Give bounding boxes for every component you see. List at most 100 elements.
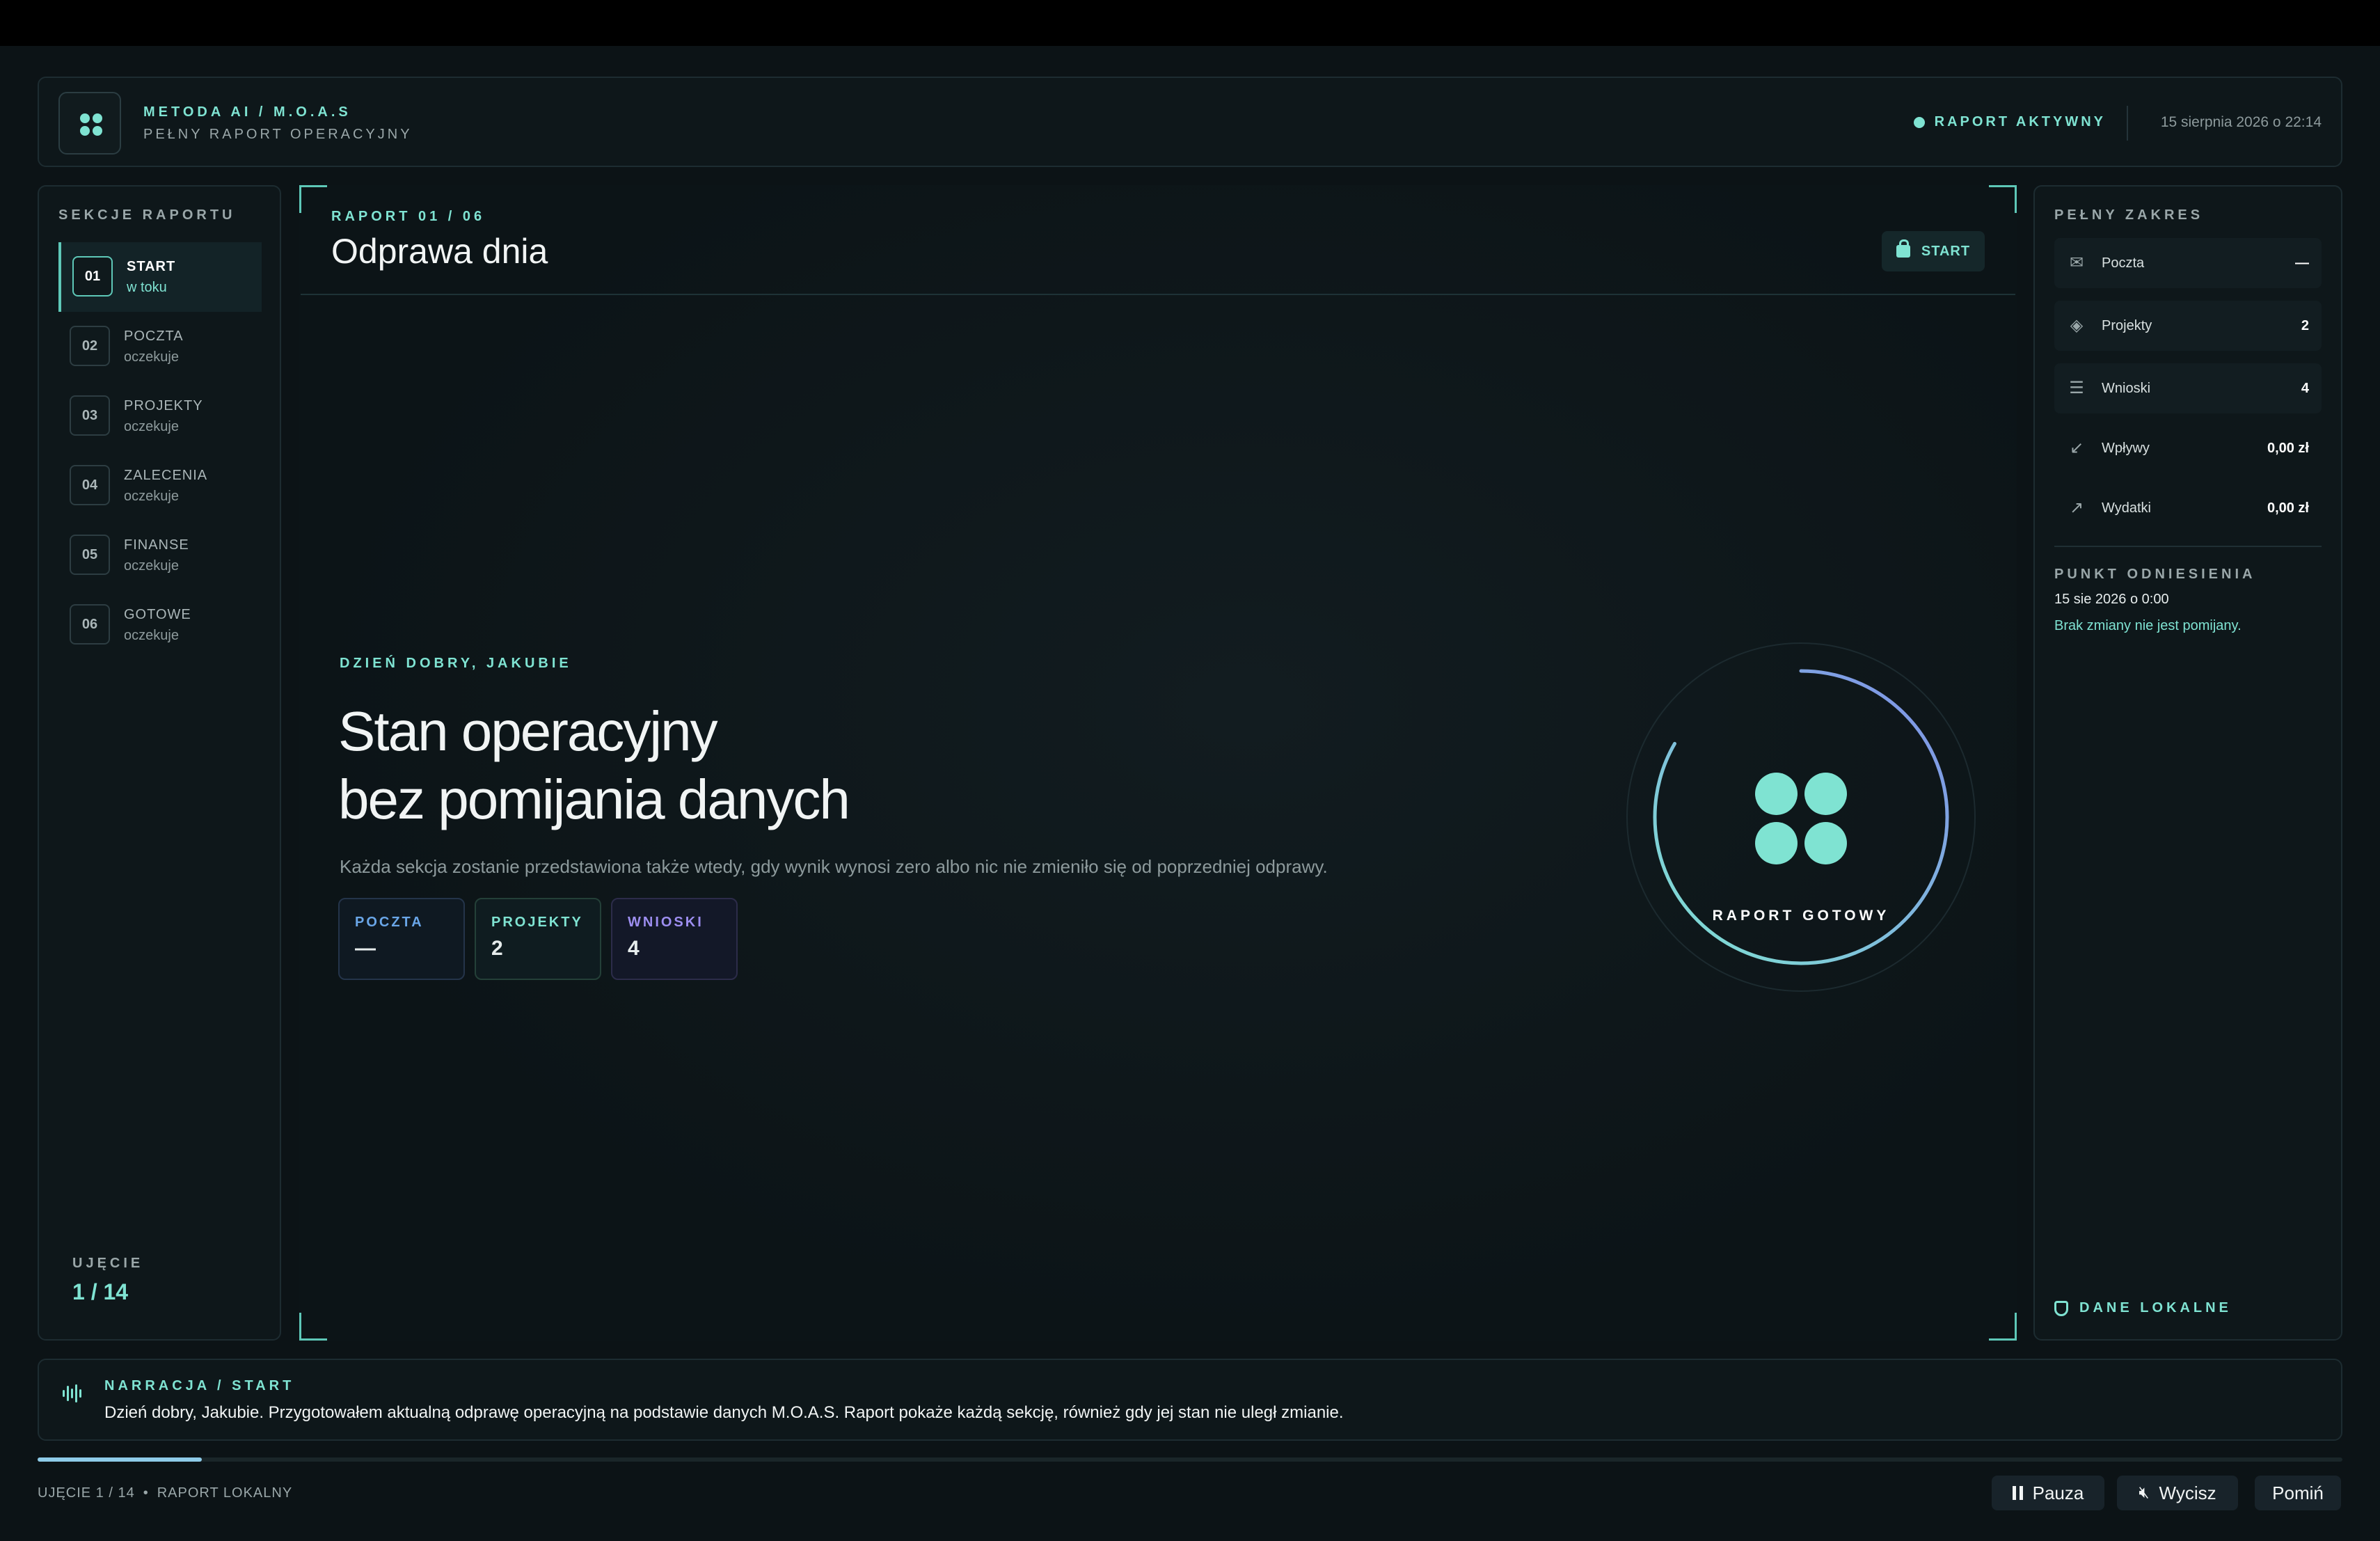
scope-row-poczta[interactable]: ✉ Poczta — [2054, 238, 2322, 288]
sidebar-item-state: oczekuje [124, 349, 179, 365]
sidebar-label: SEKCJE RAPORTU [58, 207, 236, 223]
header-divider [2127, 106, 2128, 141]
sidebar-item-projekty[interactable]: 03 PROJEKTY oczekuje [58, 381, 262, 451]
mute-button[interactable]: 🔇︎ Wycisz [2117, 1476, 2238, 1510]
summary-card-label: PROJEKTY [491, 915, 583, 930]
footer-separator: • [143, 1485, 149, 1501]
local-data-indicator: DANE LOKALNE [2054, 1300, 2232, 1316]
summary-card-label: WNIOSKI [628, 915, 704, 930]
shot-counter: 1 / 14 [72, 1279, 129, 1304]
intro-text: Każda sekcja zostanie przedstawiona takż… [340, 856, 1328, 877]
skip-button[interactable]: Pomiń [2255, 1476, 2341, 1510]
scope-row-wplywy[interactable]: ↙ Wpływy 0,00 zł [2054, 423, 2322, 473]
window-top-bar [0, 0, 2380, 46]
lock-icon [1896, 239, 1910, 258]
greeting: DZIEŃ DOBRY, JAKUBIE [340, 656, 572, 671]
arrow-out-icon: ↗ [2069, 498, 2084, 517]
mute-icon: 🔇︎ [2139, 1483, 2150, 1502]
status-indicator: RAPORT AKTYWNY [1913, 114, 2106, 130]
sidebar-item-label: ZALECENIA [124, 468, 208, 483]
playback-progress[interactable] [38, 1457, 2342, 1462]
skip-button-label: Pomiń [2272, 1482, 2324, 1503]
sidebar-item-label: GOTOWE [124, 607, 191, 622]
report-number: RAPORT 01 / 06 [331, 209, 486, 224]
sidebar-item-number: 02 [70, 326, 110, 366]
pause-button-label: Pauza [2032, 1482, 2084, 1503]
scope-panel: PEŁNY ZAKRES ✉ Poczta — ◈ Projekty 2 ☰ W… [2033, 185, 2342, 1341]
scope-label: PEŁNY ZAKRES [2054, 207, 2204, 223]
reference-note: Brak zmiany nie jest pomijany. [2054, 618, 2242, 633]
footer-shot: UJĘCIE 1 / 14 [38, 1485, 135, 1501]
scope-row-label: Wydatki [2102, 500, 2151, 516]
sidebar-item-state: oczekuje [124, 558, 179, 574]
scope-row-value: — [2295, 255, 2309, 271]
sidebar-item-label: POCZTA [124, 329, 184, 344]
summary-card-value: 2 [491, 937, 503, 960]
sidebar-item-start[interactable]: 01 START w toku [58, 242, 262, 312]
sidebar-item-poczta[interactable]: 02 POCZTA oczekuje [58, 312, 262, 381]
status-dot-icon [1913, 116, 1925, 128]
brand-title: METODA AI / M.O.A.S [143, 104, 351, 120]
start-chip[interactable]: START [1882, 231, 1985, 271]
sidebar-item-label: FINANSE [124, 537, 189, 553]
frame-corner [1989, 1313, 2017, 1341]
local-data-label: DANE LOKALNE [2079, 1300, 2232, 1315]
summary-card-wnioski: WNIOSKI 4 [611, 898, 738, 980]
sidebar-item-gotowe[interactable]: 06 GOTOWE oczekuje [58, 590, 262, 660]
audio-wave-icon [63, 1384, 82, 1403]
report-stage: RAPORT 01 / 06 Odprawa dnia START DZIEŃ … [299, 185, 2017, 1341]
sidebar-item-label: PROJEKTY [124, 398, 203, 413]
title-divider [301, 294, 2015, 295]
frame-corner [299, 185, 327, 213]
scope-row-value: 4 [2301, 381, 2309, 396]
summary-card-poczta: POCZTA — [338, 898, 465, 980]
footer-mode: RAPORT LOKALNY [157, 1485, 293, 1501]
headline-line-1: Stan operacyjny [338, 700, 718, 762]
scope-row-projekty[interactable]: ◈ Projekty 2 [2054, 301, 2322, 351]
sidebar-item-number: 05 [70, 535, 110, 575]
shield-icon [2054, 1300, 2068, 1316]
reference-label: PUNKT ODNIESIENIA [2054, 567, 2256, 582]
list-icon: ☰ [2069, 379, 2084, 397]
frame-corner [1989, 185, 2017, 213]
page-title: Odprawa dnia [331, 232, 548, 271]
four-dots-icon [1755, 773, 1847, 864]
summary-card-label: POCZTA [355, 915, 424, 930]
summary-card-value: — [355, 937, 376, 960]
scope-row-label: Wpływy [2102, 441, 2150, 456]
scope-row-value: 2 [2301, 318, 2309, 333]
sidebar-item-state: oczekuje [124, 419, 179, 434]
footer-status: UJĘCIE 1 / 14 • RAPORT LOKALNY [38, 1485, 292, 1501]
status-text: RAPORT AKTYWNY [1934, 114, 2106, 129]
sidebar-item-label: START [127, 259, 176, 274]
narration-bar: NARRACJA / START Dzień dobry, Jakubie. P… [38, 1359, 2342, 1441]
sidebar-item-state: oczekuje [124, 628, 179, 643]
narration-label: NARRACJA / START [104, 1378, 295, 1393]
pause-icon [2012, 1486, 2023, 1500]
sections-sidebar: SEKCJE RAPORTU 01 START w toku 02 POCZTA… [38, 185, 281, 1341]
pause-button[interactable]: Pauza [1992, 1476, 2104, 1510]
scope-row-wnioski[interactable]: ☰ Wnioski 4 [2054, 363, 2322, 413]
summary-card-value: 4 [628, 937, 640, 960]
scope-row-value: 0,00 zł [2267, 500, 2309, 516]
scope-row-wydatki[interactable]: ↗ Wydatki 0,00 zł [2054, 483, 2322, 533]
sidebar-item-number: 06 [70, 604, 110, 645]
header-datetime: 15 sierpnia 2026 o 22:14 [2160, 114, 2322, 130]
app-logo[interactable] [58, 92, 121, 155]
sidebar-item-state: oczekuje [124, 489, 179, 504]
scope-row-label: Poczta [2102, 255, 2145, 271]
sidebar-item-finanse[interactable]: 05 FINANSE oczekuje [58, 521, 262, 590]
narration-text: Dzień dobry, Jakubie. Przygotowałem aktu… [104, 1403, 1344, 1422]
mute-button-label: Wycisz [2159, 1482, 2216, 1503]
scope-row-value: 0,00 zł [2267, 441, 2309, 456]
playback-progress-fill [38, 1457, 203, 1462]
ring-label: RAPORT GOTOWY [1712, 908, 1890, 924]
sidebar-item-zalecenia[interactable]: 04 ZALECENIA oczekuje [58, 451, 262, 521]
reference-date: 15 sie 2026 o 0:00 [2054, 592, 2169, 607]
summary-card-projekty: PROJEKTY 2 [475, 898, 601, 980]
arrow-in-icon: ↙ [2069, 438, 2084, 457]
sidebar-item-number: 03 [70, 395, 110, 436]
four-dots-icon [80, 113, 102, 136]
headline-line-2: bez pomijania danych [338, 768, 850, 830]
app-header: METODA AI / M.O.A.S PEŁNY RAPORT OPERACY… [38, 77, 2342, 167]
